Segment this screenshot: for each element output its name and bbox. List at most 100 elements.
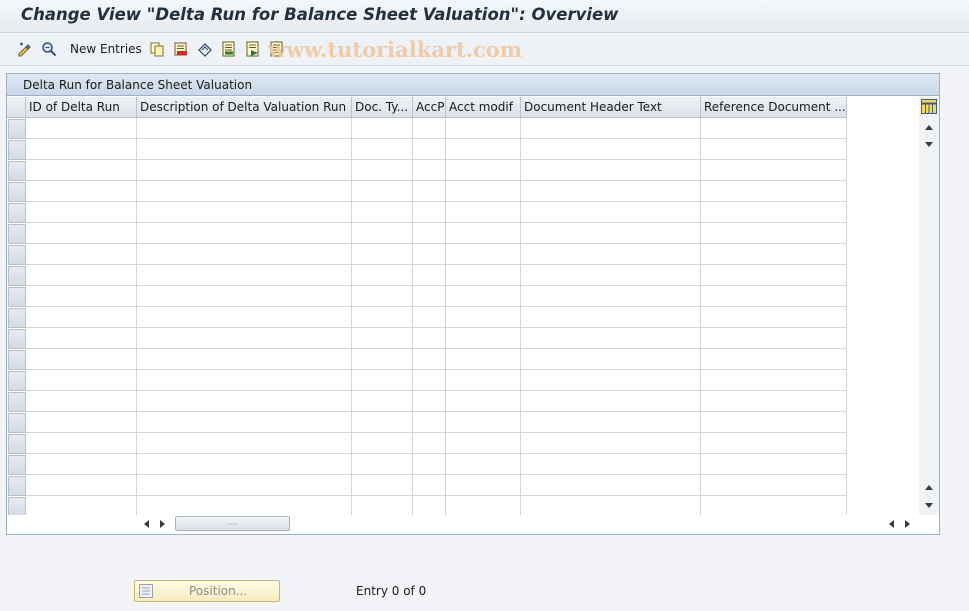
table-cell[interactable]: [26, 349, 137, 370]
table-cell[interactable]: [352, 244, 413, 265]
table-cell[interactable]: [413, 370, 446, 391]
table-cell[interactable]: [352, 391, 413, 412]
table-cell[interactable]: [26, 454, 137, 475]
table-cell[interactable]: [446, 433, 521, 454]
table-cell[interactable]: [26, 391, 137, 412]
column-header-accp[interactable]: AccP: [413, 97, 446, 118]
table-cell[interactable]: [701, 496, 847, 517]
row-selector[interactable]: [8, 245, 26, 265]
table-cell[interactable]: [26, 265, 137, 286]
table-cell[interactable]: [137, 223, 352, 244]
table-cell[interactable]: [137, 160, 352, 181]
table-cell[interactable]: [137, 349, 352, 370]
select-block-icon[interactable]: [244, 40, 262, 58]
copy-icon[interactable]: [148, 40, 166, 58]
table-cell[interactable]: [446, 139, 521, 160]
table-cell[interactable]: [352, 433, 413, 454]
table-cell[interactable]: [521, 454, 701, 475]
table-cell[interactable]: [521, 412, 701, 433]
table-cell[interactable]: [446, 223, 521, 244]
table-cell[interactable]: [521, 307, 701, 328]
column-settings-icon[interactable]: [921, 99, 938, 114]
table-cell[interactable]: [701, 286, 847, 307]
row-selector[interactable]: [8, 161, 26, 181]
row-selector[interactable]: [8, 371, 26, 391]
table-cell[interactable]: [521, 118, 701, 139]
row-selector[interactable]: [8, 224, 26, 244]
table-cell[interactable]: [701, 265, 847, 286]
column-header-reference-document[interactable]: Reference Document ...: [701, 97, 847, 118]
row-selector[interactable]: [8, 119, 26, 139]
table-cell[interactable]: [413, 265, 446, 286]
row-selector[interactable]: [8, 182, 26, 202]
table-cell[interactable]: [701, 202, 847, 223]
table-cell[interactable]: [26, 139, 137, 160]
table-cell[interactable]: [446, 118, 521, 139]
table-cell[interactable]: [137, 496, 352, 517]
table-cell[interactable]: [352, 265, 413, 286]
table-cell[interactable]: [26, 286, 137, 307]
table-cell[interactable]: [446, 412, 521, 433]
table-cell[interactable]: [413, 160, 446, 181]
table-cell[interactable]: [413, 412, 446, 433]
position-button[interactable]: Position...: [134, 580, 280, 602]
table-cell[interactable]: [446, 181, 521, 202]
table-cell[interactable]: [446, 307, 521, 328]
table-cell[interactable]: [26, 496, 137, 517]
details-icon[interactable]: [40, 40, 58, 58]
table-cell[interactable]: [352, 286, 413, 307]
row-selector[interactable]: [8, 266, 26, 286]
row-selector[interactable]: [8, 203, 26, 223]
table-cell[interactable]: [701, 475, 847, 496]
table-cell[interactable]: [352, 160, 413, 181]
table-cell[interactable]: [26, 118, 137, 139]
table-cell[interactable]: [413, 328, 446, 349]
column-header-acct-modif[interactable]: Acct modif: [446, 97, 521, 118]
row-selector[interactable]: [8, 392, 26, 412]
scroll-far-right-arrow-icon[interactable]: [903, 519, 913, 529]
table-cell[interactable]: [521, 286, 701, 307]
table-cell[interactable]: [137, 286, 352, 307]
table-cell[interactable]: [137, 244, 352, 265]
table-cell[interactable]: [521, 202, 701, 223]
table-cell[interactable]: [413, 202, 446, 223]
scroll-left-arrow-icon[interactable]: [141, 519, 151, 529]
table-cell[interactable]: [26, 433, 137, 454]
table-cell[interactable]: [701, 328, 847, 349]
table-cell[interactable]: [413, 391, 446, 412]
table-cell[interactable]: [701, 139, 847, 160]
table-cell[interactable]: [701, 307, 847, 328]
display-change-icon[interactable]: [16, 40, 34, 58]
table-cell[interactable]: [446, 160, 521, 181]
table-cell[interactable]: [521, 265, 701, 286]
table-cell[interactable]: [701, 433, 847, 454]
row-selector[interactable]: [8, 329, 26, 349]
table-cell[interactable]: [26, 223, 137, 244]
table-cell[interactable]: [413, 349, 446, 370]
scroll-up-arrow-icon[interactable]: [924, 122, 934, 132]
table-cell[interactable]: [26, 307, 137, 328]
table-cell[interactable]: [701, 391, 847, 412]
table-cell[interactable]: [413, 139, 446, 160]
table-cell[interactable]: [446, 244, 521, 265]
table-cell[interactable]: [521, 139, 701, 160]
table-cell[interactable]: [413, 118, 446, 139]
table-cell[interactable]: [137, 370, 352, 391]
table-cell[interactable]: [701, 349, 847, 370]
scroll-page-down-arrow-icon[interactable]: [924, 501, 934, 511]
table-cell[interactable]: [137, 328, 352, 349]
undo-change-icon[interactable]: [196, 40, 214, 58]
table-cell[interactable]: [26, 475, 137, 496]
scroll-page-up-arrow-icon[interactable]: [924, 482, 934, 492]
table-cell[interactable]: [26, 370, 137, 391]
scroll-down-arrow-icon[interactable]: [924, 140, 934, 150]
table-cell[interactable]: [701, 454, 847, 475]
row-selector[interactable]: [8, 350, 26, 370]
table-cell[interactable]: [521, 181, 701, 202]
horizontal-scroll-thumb[interactable]: [175, 516, 290, 531]
row-selector[interactable]: [8, 140, 26, 160]
table-cell[interactable]: [352, 349, 413, 370]
table-cell[interactable]: [413, 223, 446, 244]
column-header-id[interactable]: ID of Delta Run: [26, 97, 137, 118]
table-cell[interactable]: [26, 328, 137, 349]
